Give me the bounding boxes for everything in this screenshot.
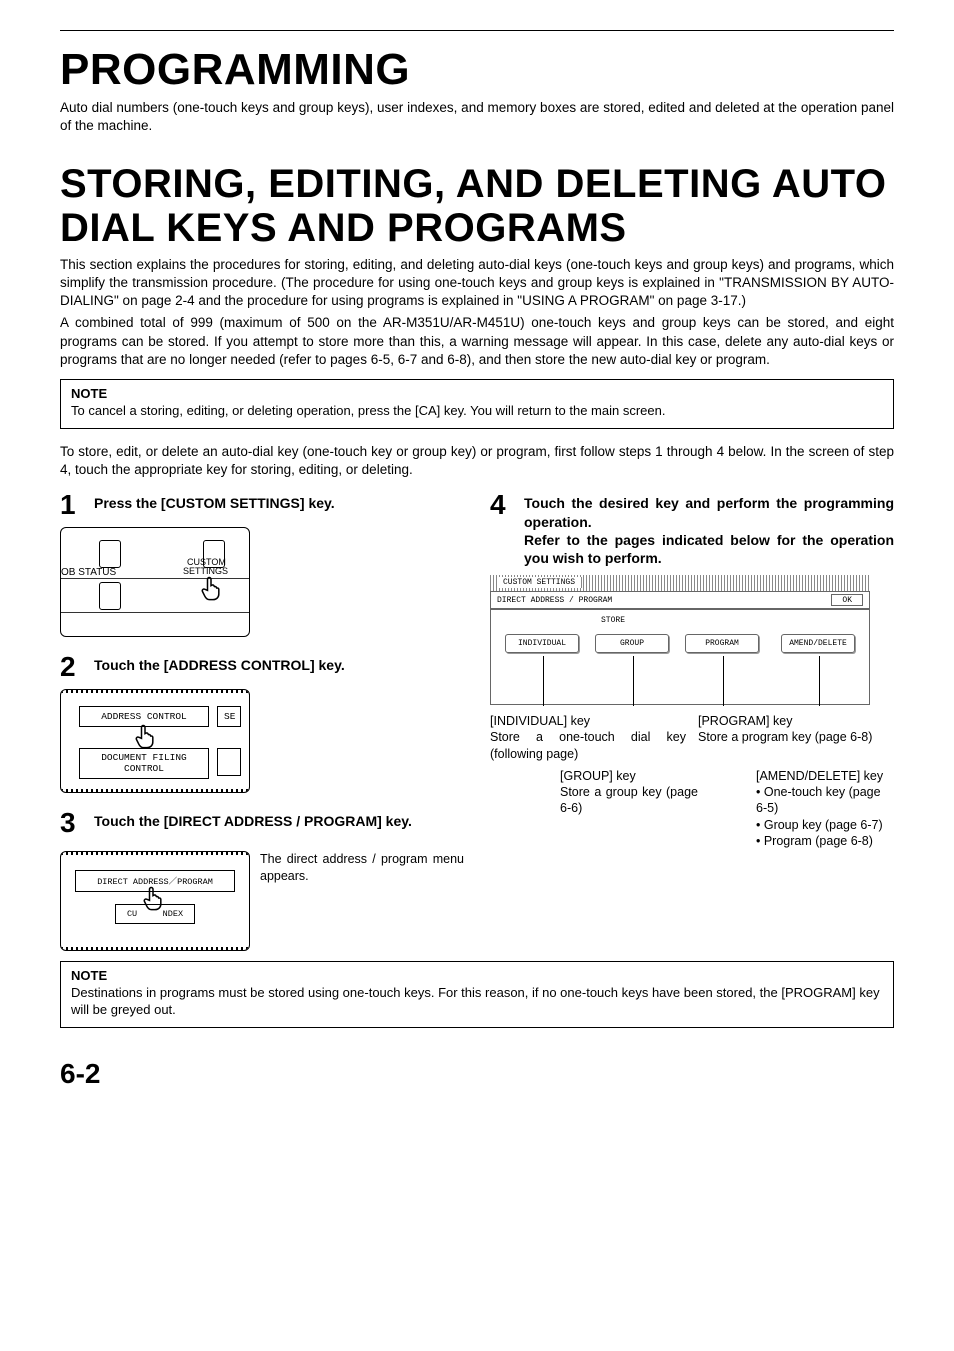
step-4-num: 4 [490,491,514,567]
hand-pointer-icon [197,574,225,602]
amend-key-heading: [AMEND/DELETE] key [756,768,894,784]
key-descriptions: [INDIVIDUAL] key Store a one-touch dial … [490,713,894,849]
step-4-title: Touch the desired key and perform the pr… [524,491,894,567]
step-1-title: Press the [CUSTOM SETTINGS] key. [94,491,335,519]
left-column: 1 Press the [CUSTOM SETTINGS] key. OB ST… [60,491,464,951]
step-2-num: 2 [60,653,84,681]
step-1-num: 1 [60,491,84,519]
step-3-title: Touch the [DIRECT ADDRESS / PROGRAM] key… [94,809,464,837]
custom-settings-tab: CUSTOM SETTINGS [496,577,582,588]
note-label: NOTE [71,386,883,401]
note-box-2: NOTE Destinations in programs must be st… [60,961,894,1028]
store-label: STORE [601,616,625,625]
hand-pointer-icon [139,884,167,912]
title-storing: STORING, EDITING, AND DELETING AUTO DIAL… [60,163,894,249]
amend-delete-button: AMEND/DELETE [781,634,855,653]
page-number: 6-2 [60,1058,894,1090]
direct-address-row: DIRECT ADDRESS / PROGRAM OK [490,591,870,609]
step-3-illustration: DIRECT ADDRESS／PROGRAM CU NDEX [60,851,250,951]
hand-pointer-icon [131,722,159,750]
step-4: 4 Touch the desired key and perform the … [490,491,894,567]
direct-address-row-label: DIRECT ADDRESS / PROGRAM [497,596,612,605]
section-p1: This section explains the procedures for… [60,256,894,311]
group-button: GROUP [595,634,669,653]
program-button: PROGRAM [685,634,759,653]
step-3: 3 Touch the [DIRECT ADDRESS / PROGRAM] k… [60,809,464,837]
step-3-side-text: The direct address / program menu appear… [260,845,464,885]
step-4-illustration: CUSTOM SETTINGS DIRECT ADDRESS / PROGRAM… [490,575,870,705]
right-column: 4 Touch the desired key and perform the … [490,491,894,951]
program-key-heading: [PROGRAM] key [698,713,894,729]
se-button-fragment: SE [217,706,241,727]
amend-bullet-3: • Program (page 6-8) [756,833,894,849]
document-filing-button: DOCUMENT FILING CONTROL [79,748,209,779]
amend-bullet-1: • One-touch key (page 6-5) [756,784,894,817]
individual-key-text: Store a one-touch dial key (following pa… [490,729,686,762]
step-2-illustration: ADDRESS CONTROL SE DOCUMENT FILING CONTR… [60,689,250,793]
note-label-2: NOTE [71,968,883,983]
note-text-2: Destinations in programs must be stored … [71,985,883,1019]
cu-fragment: CU [127,909,137,919]
lead-in: To store, edit, or delete an auto-dial k… [60,443,894,479]
note-text: To cancel a storing, editing, or deletin… [71,403,883,420]
note-box-1: NOTE To cancel a storing, editing, or de… [60,379,894,429]
step-3-row: DIRECT ADDRESS／PROGRAM CU NDEX The direc… [60,845,464,951]
step-1-illustration: OB STATUS CUSTOM SETTINGS [60,527,250,637]
step-2: 2 Touch the [ADDRESS CONTROL] key. [60,653,464,681]
job-status-label: OB STATUS [61,568,116,578]
two-column-layout: 1 Press the [CUSTOM SETTINGS] key. OB ST… [60,491,894,951]
step-3-num: 3 [60,809,84,837]
step-1: 1 Press the [CUSTOM SETTINGS] key. [60,491,464,519]
individual-key-heading: [INDIVIDUAL] key [490,713,686,729]
section-p2: A combined total of 999 (maximum of 500 … [60,314,894,369]
step-2-title: Touch the [ADDRESS CONTROL] key. [94,653,345,681]
group-key-heading: [GROUP] key [560,768,698,784]
title-programming: PROGRAMMING [60,45,894,95]
amend-bullet-2: • Group key (page 6-7) [756,817,894,833]
ok-button: OK [831,594,863,606]
intro-paragraph: Auto dial numbers (one-touch keys and gr… [60,99,894,135]
individual-button: INDIVIDUAL [505,634,579,653]
group-key-text: Store a group key (page 6-6) [560,784,698,817]
program-key-text: Store a program key (page 6-8) [698,729,894,745]
top-rule [60,30,894,31]
